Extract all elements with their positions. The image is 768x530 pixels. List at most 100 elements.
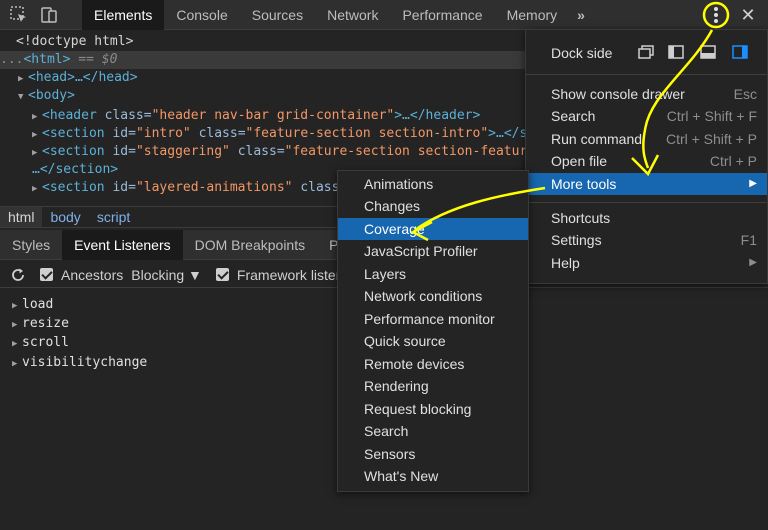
event-item-visibilitychange[interactable]: ▶ visibilitychange (12, 353, 147, 372)
dock-right-icon[interactable] (732, 45, 748, 59)
submenu-item-rendering[interactable]: Rendering (338, 375, 528, 397)
expand-arrow-icon[interactable]: ▶ (32, 180, 42, 198)
close-icon[interactable]: ✕ (738, 3, 758, 27)
attr-name: class= (237, 144, 285, 159)
dock-bottom-icon[interactable] (700, 45, 716, 59)
tab-elements[interactable]: Elements (82, 0, 165, 30)
expand-arrow-icon[interactable]: ▶ (12, 355, 22, 374)
doctype-text: <!doctype html> (16, 34, 134, 49)
menu-item-shortcut: Ctrl + Shift + F (666, 108, 757, 124)
submenu-item-changes[interactable]: Changes (338, 195, 528, 217)
submenu-item-request-blocking[interactable]: Request blocking (338, 398, 528, 420)
tab-memory[interactable]: Memory (495, 0, 570, 30)
dom-prefix: ... (0, 52, 24, 67)
header-tag: <header (42, 108, 97, 123)
tab-console[interactable]: Console (164, 0, 239, 30)
submenu-item-remote-devices[interactable]: Remote devices (338, 353, 528, 375)
submenu-item-animations[interactable]: Animations (338, 173, 528, 195)
submenu-item-search[interactable]: Search (338, 420, 528, 442)
attr-value: "feature-section section-feature (284, 144, 536, 159)
tab-styles[interactable]: Styles (0, 230, 62, 260)
breadcrumb-html[interactable]: html (0, 207, 43, 227)
menu-item-show-console-drawer[interactable]: Show console drawer Esc (526, 83, 767, 105)
dom-line-section-layered[interactable]: ▶ <section id="layered-animations" class= (32, 179, 347, 197)
submenu-item-performance-monitor[interactable]: Performance monitor (338, 308, 528, 330)
event-name: load (22, 297, 54, 312)
menu-item-label: Show console drawer (551, 86, 685, 102)
expand-arrow-icon[interactable]: ▶ (18, 70, 28, 88)
submenu-arrow-icon: ▶ (749, 257, 757, 268)
menu-item-shortcut: Esc (733, 86, 757, 102)
submenu-item-whats-new[interactable]: What's New (338, 465, 528, 487)
attr-value: "intro" (135, 126, 191, 141)
expand-arrow-icon[interactable]: ▶ (32, 108, 42, 126)
devtools-tab-bar: Elements Console Sources Network Perform… (0, 0, 768, 30)
section-tag: <section (42, 180, 105, 195)
menu-item-more-tools[interactable]: More tools ▶ (526, 173, 767, 195)
customize-menu: Dock side Show console drawer Esc Search… (525, 29, 768, 284)
kebab-menu-icon[interactable] (704, 3, 728, 27)
event-name: resize (22, 316, 69, 331)
submenu-item-coverage[interactable]: Coverage (338, 218, 528, 240)
dom-line-body[interactable]: ▼ <body> (18, 87, 75, 105)
menu-item-label: Run command (551, 131, 643, 147)
menu-item-run-command[interactable]: Run command Ctrl + Shift + P (526, 128, 767, 150)
tag-end: >…</header> (394, 108, 481, 123)
attr-name: id= (112, 144, 136, 159)
device-toolbar-icon[interactable] (39, 5, 59, 25)
dom-line-header[interactable]: ▶ <header class="header nav-bar grid-cont… (32, 107, 480, 125)
tab-dom-breakpoints[interactable]: DOM Breakpoints (183, 230, 317, 260)
dom-line-head[interactable]: ▶ <head>…</head> (18, 69, 138, 87)
attr-name: class= (198, 126, 246, 141)
dom-line-doctype[interactable]: <!doctype html> (16, 33, 133, 51)
more-tabs-button[interactable]: » (569, 0, 593, 30)
submenu-item-sensors[interactable]: Sensors (338, 443, 528, 465)
menu-item-help[interactable]: Help ▶ (526, 252, 767, 274)
attr-name: id= (112, 126, 136, 141)
refresh-icon[interactable] (10, 267, 26, 283)
menu-item-shortcuts[interactable]: Shortcuts (526, 207, 767, 229)
attr-value: "layered-animations" (135, 180, 293, 195)
tab-network[interactable]: Network (315, 0, 390, 30)
menu-item-shortcut: Ctrl + P (709, 153, 757, 169)
inspect-icon[interactable] (9, 5, 29, 25)
menu-item-search[interactable]: Search Ctrl + Shift + F (526, 105, 767, 127)
event-item-resize[interactable]: ▶ resize (12, 314, 69, 333)
dock-left-icon[interactable] (668, 45, 684, 59)
ancestors-label: Ancestors (61, 266, 124, 283)
dom-line-section-staggering[interactable]: ▶ <section id="staggering" class="feature… (32, 143, 535, 161)
tab-event-listeners[interactable]: Event Listeners (62, 230, 183, 260)
submenu-item-javascript-profiler[interactable]: JavaScript Profiler (338, 240, 528, 262)
menu-item-settings[interactable]: Settings F1 (526, 229, 767, 251)
menu-item-open-file[interactable]: Open file Ctrl + P (526, 150, 767, 172)
submenu-item-network-conditions[interactable]: Network conditions (338, 285, 528, 307)
section-tag: <section (42, 144, 105, 159)
breadcrumb-body[interactable]: body (42, 209, 88, 225)
expand-arrow-icon[interactable]: ▶ (32, 144, 42, 162)
dock-undock-icon[interactable] (638, 45, 654, 59)
section-close-tag: …</section> (32, 162, 119, 177)
event-item-scroll[interactable]: ▶ scroll (12, 333, 69, 352)
collapse-arrow-icon[interactable]: ▼ (18, 88, 28, 106)
submenu-item-quick-source[interactable]: Quick source (338, 330, 528, 352)
head-tag: <head>…</head> (28, 70, 138, 85)
event-item-load[interactable]: ▶ load (12, 295, 53, 314)
menu-item-label: Shortcuts (551, 210, 611, 226)
dom-line-section-intro[interactable]: ▶ <section id="intro" class="feature-sect… (32, 125, 543, 143)
submenu-item-layers[interactable]: Layers (338, 263, 528, 285)
expand-arrow-icon[interactable]: ▶ (12, 335, 22, 354)
dom-line-html[interactable]: ...<html> == $0 (0, 51, 525, 69)
expand-arrow-icon[interactable]: ▶ (32, 126, 42, 144)
more-tools-submenu: Animations Changes Coverage JavaScript P… (337, 170, 529, 492)
submenu-arrow-icon: ▶ (749, 178, 757, 189)
tab-performance[interactable]: Performance (390, 0, 494, 30)
menu-item-label: Open file (551, 153, 608, 169)
framework-listeners-checkbox[interactable] (215, 268, 229, 281)
menu-item-label: Search (551, 108, 596, 124)
menu-separator (526, 202, 767, 203)
blocking-dropdown[interactable]: Blocking ▼ (131, 267, 202, 283)
ancestors-checkbox[interactable] (40, 268, 53, 281)
dom-line-section-close[interactable]: …</section> (32, 161, 118, 179)
tab-sources[interactable]: Sources (240, 0, 315, 30)
breadcrumb-script[interactable]: script (89, 209, 138, 225)
